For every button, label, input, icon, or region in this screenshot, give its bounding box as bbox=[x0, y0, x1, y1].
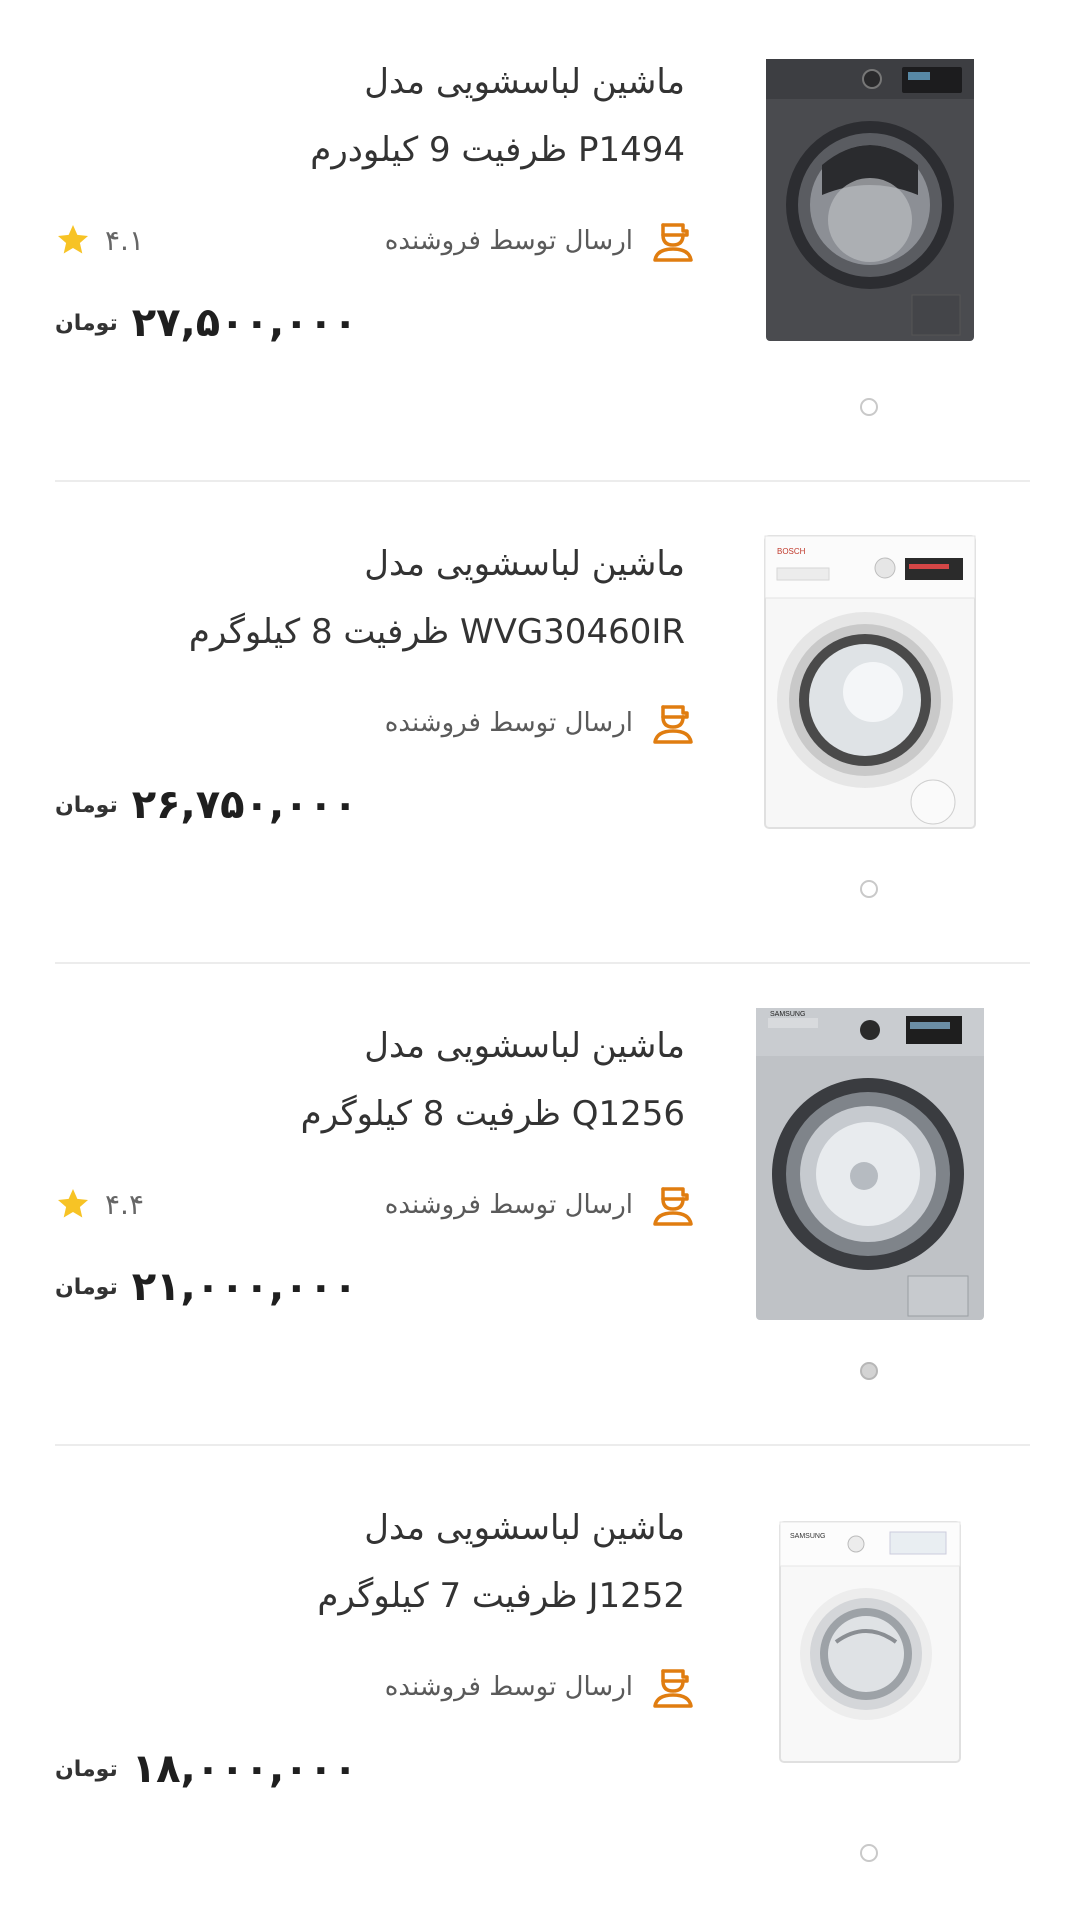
seller-info: ارسال توسط فروشنده bbox=[385, 700, 695, 746]
product-price: تومان ۲۶,۷۵۰,۰۰۰ bbox=[55, 782, 357, 828]
product-title-line: ماشین لباسشویی مدل bbox=[364, 1026, 685, 1066]
product-title-line: ماشین لباسشویی مدل bbox=[364, 1508, 685, 1548]
product-card[interactable]: SAMSUNG ماشین لباسشویی مدل Q1256 ظرفیت 8… bbox=[55, 964, 1030, 1446]
washing-machine-white-icon: SAMSUNG bbox=[779, 1521, 961, 1763]
carousel-dot[interactable] bbox=[860, 1362, 878, 1380]
star-icon bbox=[58, 225, 88, 254]
price-value: ۲۶,۷۵۰,۰۰۰ bbox=[131, 782, 358, 828]
star-icon bbox=[58, 1189, 88, 1218]
product-title[interactable]: ماشین لباسشویی مدل Q1256 ظرفیت 8 کیلوگرم bbox=[125, 1012, 685, 1148]
seller-label: ارسال توسط فروشنده bbox=[384, 226, 633, 256]
product-title-line: Q1256 ظرفیت 8 کیلوگرم bbox=[300, 1094, 685, 1134]
product-title[interactable]: ماشین لباسشویی مدل P1494 ظرفیت 9 کیلودرم bbox=[125, 48, 685, 184]
price-value: ۱۸,۰۰۰,۰۰۰ bbox=[131, 1746, 358, 1792]
product-image[interactable]: BOSCH bbox=[745, 532, 995, 832]
seller-label: ارسال توسط فروشنده bbox=[384, 1190, 633, 1220]
seller-icon bbox=[653, 1187, 693, 1226]
svg-text:BOSCH: BOSCH bbox=[777, 547, 806, 556]
product-image[interactable] bbox=[745, 50, 995, 350]
product-image[interactable]: SAMSUNG bbox=[745, 1008, 995, 1320]
washing-machine-white-icon: BOSCH bbox=[764, 535, 976, 829]
seller-info: ارسال توسط فروشنده bbox=[385, 1664, 695, 1710]
product-list: ماشین لباسشویی مدل P1494 ظرفیت 9 کیلودرم… bbox=[0, 0, 1080, 1910]
product-card[interactable]: SAMSUNG ماشین لباسشویی مدل J1252 ظرفیت 7… bbox=[55, 1446, 1030, 1928]
seller-info: ارسال توسط فروشنده bbox=[385, 218, 695, 264]
product-image[interactable]: SAMSUNG bbox=[745, 1496, 995, 1796]
product-title[interactable]: ماشین لباسشویی مدل J1252 ظرفیت 7 کیلوگرم bbox=[125, 1494, 685, 1630]
product-price: تومان ۱۸,۰۰۰,۰۰۰ bbox=[55, 1746, 357, 1792]
price-value: ۲۷,۵۰۰,۰۰۰ bbox=[131, 300, 358, 346]
product-price: تومان ۲۷,۵۰۰,۰۰۰ bbox=[55, 300, 357, 346]
svg-text:SAMSUNG: SAMSUNG bbox=[770, 1011, 805, 1018]
washing-machine-silver-icon: SAMSUNG bbox=[756, 1008, 984, 1320]
product-title-line: ماشین لباسشویی مدل bbox=[364, 62, 685, 102]
product-rating: ۴.۱ bbox=[55, 220, 144, 260]
seller-label: ارسال توسط فروشنده bbox=[384, 708, 633, 738]
product-title-line: P1494 ظرفیت 9 کیلودرم bbox=[310, 130, 685, 170]
washing-machine-dark-icon bbox=[766, 59, 974, 341]
product-price: تومان ۲۱,۰۰۰,۰۰۰ bbox=[55, 1264, 357, 1310]
rating-value: ۴.۱ bbox=[105, 223, 144, 257]
carousel-dot[interactable] bbox=[860, 1844, 878, 1862]
seller-info: ارسال توسط فروشنده bbox=[385, 1182, 695, 1228]
product-title-line: ماشین لباسشویی مدل bbox=[364, 544, 685, 584]
product-rating: ۴.۴ bbox=[55, 1184, 144, 1224]
product-title[interactable]: ماشین لباسشویی مدل WVG30460IR ظرفیت 8 کی… bbox=[125, 530, 685, 666]
seller-icon bbox=[653, 1669, 693, 1708]
currency-label: تومان bbox=[55, 310, 118, 336]
currency-label: تومان bbox=[55, 792, 118, 818]
product-title-line: WVG30460IR ظرفیت 8 کیلوگرم bbox=[188, 612, 685, 652]
carousel-dot[interactable] bbox=[860, 880, 878, 898]
seller-label: ارسال توسط فروشنده bbox=[384, 1672, 633, 1702]
product-card[interactable]: ماشین لباسشویی مدل P1494 ظرفیت 9 کیلودرم… bbox=[55, 0, 1030, 482]
carousel-dot[interactable] bbox=[860, 398, 878, 416]
seller-icon bbox=[653, 705, 693, 744]
svg-text:SAMSUNG: SAMSUNG bbox=[790, 1533, 825, 1540]
seller-icon bbox=[653, 223, 693, 262]
currency-label: تومان bbox=[55, 1756, 118, 1782]
rating-value: ۴.۴ bbox=[105, 1187, 144, 1221]
product-card[interactable]: BOSCH ماشین لباسشویی مدل WVG30460IR ظرفی… bbox=[55, 482, 1030, 964]
product-title-line: J1252 ظرفیت 7 کیلوگرم bbox=[317, 1576, 685, 1616]
price-value: ۲۱,۰۰۰,۰۰۰ bbox=[131, 1264, 358, 1310]
currency-label: تومان bbox=[55, 1274, 118, 1300]
